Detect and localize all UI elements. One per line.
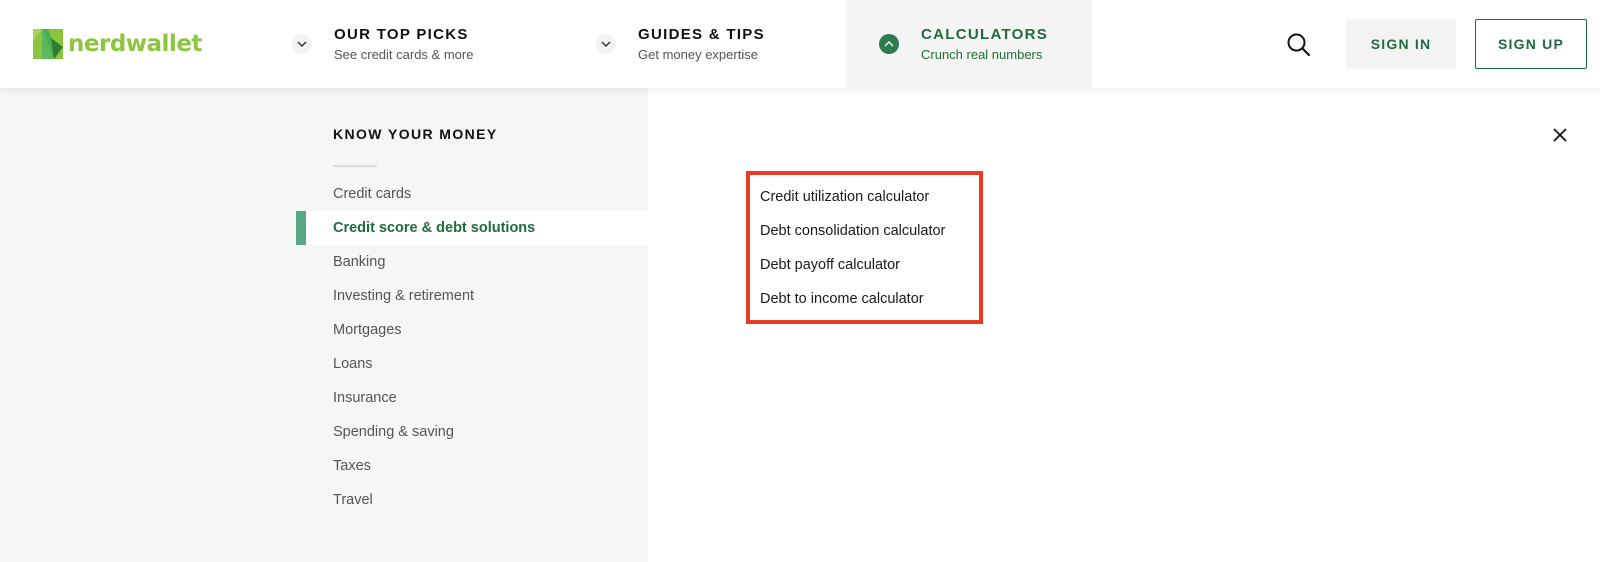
close-menu-button[interactable] (1550, 125, 1570, 145)
category-taxes[interactable]: Taxes (296, 449, 648, 483)
nav-our-top-picks[interactable]: OUR TOP PICKS See credit cards & more (292, 0, 542, 88)
category-label: Insurance (333, 390, 397, 406)
category-label: Spending & saving (333, 424, 454, 440)
chevron-down-icon (596, 34, 616, 54)
nav-subtitle: Get money expertise (638, 46, 758, 62)
nav-subtitle: Crunch real numbers (921, 46, 1043, 62)
chevron-up-icon (879, 34, 899, 54)
category-credit-score-debt[interactable]: Credit score & debt solutions (296, 211, 648, 245)
search-button[interactable] (1286, 32, 1312, 58)
calculator-link-debt-payoff[interactable]: Debt payoff calculator (760, 248, 979, 282)
category-loans[interactable]: Loans (296, 347, 648, 381)
category-label: Taxes (333, 458, 371, 474)
nav-guides-tips[interactable]: GUIDES & TIPS Get money expertise (596, 0, 836, 88)
category-investing[interactable]: Investing & retirement (296, 279, 648, 313)
category-insurance[interactable]: Insurance (296, 381, 648, 415)
category-banking[interactable]: Banking (296, 245, 648, 279)
logo-wordmark: nerdwallet (68, 31, 202, 57)
nerdwallet-logo-icon (33, 29, 63, 59)
category-travel[interactable]: Travel (296, 483, 648, 517)
nerdwallet-logo[interactable]: nerdwallet (33, 29, 202, 59)
sign-up-button[interactable]: SIGN UP (1475, 19, 1587, 69)
search-icon (1287, 33, 1311, 57)
category-spending-saving[interactable]: Spending & saving (296, 415, 648, 449)
nav-calculators[interactable]: CALCULATORS Crunch real numbers (846, 0, 1092, 88)
section-divider (333, 165, 377, 167)
category-label: Credit cards (333, 186, 412, 202)
sign-in-button[interactable]: SIGN IN (1346, 19, 1456, 69)
nav-title: CALCULATORS (921, 25, 1049, 43)
category-credit-cards[interactable]: Credit cards (296, 177, 648, 211)
category-label: Mortgages (333, 322, 402, 338)
close-icon (1553, 128, 1567, 142)
category-label: Credit score & debt solutions (333, 220, 536, 236)
category-label: Investing & retirement (333, 288, 475, 304)
category-mortgages[interactable]: Mortgages (296, 313, 648, 347)
site-header: nerdwallet OUR TOP PICKS See credit card… (0, 0, 1600, 88)
selected-indicator (296, 211, 306, 245)
calculator-link-debt-consolidation[interactable]: Debt consolidation calculator (760, 214, 979, 248)
category-label: Travel (333, 492, 373, 508)
chevron-down-icon (292, 34, 312, 54)
section-title: KNOW YOUR MONEY (333, 126, 498, 142)
nav-title: GUIDES & TIPS (638, 25, 765, 43)
nav-subtitle: See credit cards & more (334, 46, 474, 62)
calculator-link-debt-to-income[interactable]: Debt to income calculator (760, 282, 979, 316)
nav-title: OUR TOP PICKS (334, 25, 469, 43)
category-label: Banking (333, 254, 386, 270)
category-label: Loans (333, 356, 373, 372)
calculator-list: Credit utilization calculator Debt conso… (746, 171, 983, 324)
calculator-link-credit-utilization[interactable]: Credit utilization calculator (760, 180, 979, 214)
